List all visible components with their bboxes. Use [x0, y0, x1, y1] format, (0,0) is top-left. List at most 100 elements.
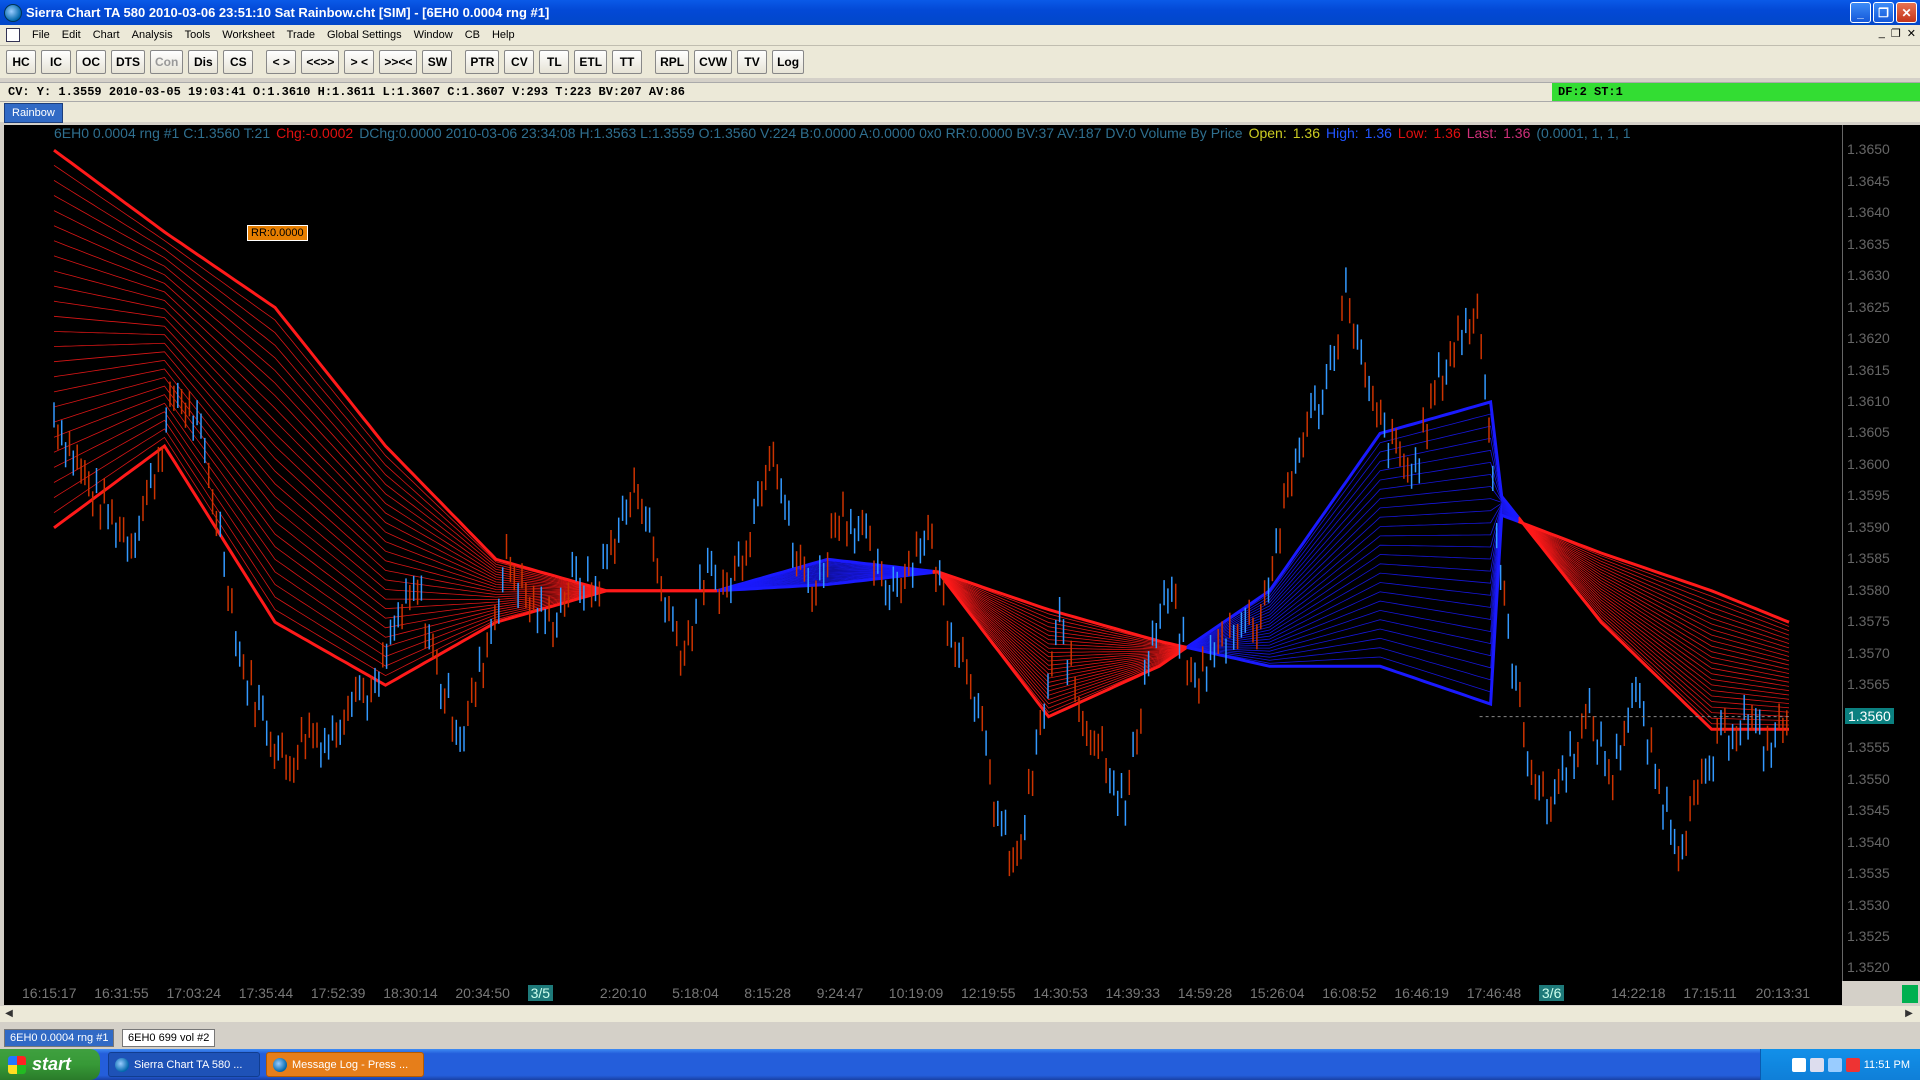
chart-area[interactable]: 6EH0 0.0004 rng #1 C:1.3560 T:21 Chg:-0.0… [4, 125, 1842, 981]
compress-more-button[interactable]: >><< [379, 50, 418, 74]
rainbow-band-line-red [53, 377, 718, 610]
menu-window[interactable]: Window [408, 29, 459, 41]
rainbow-band-line-blue [1186, 508, 1519, 648]
study-bar: Rainbow [0, 102, 1920, 123]
close-button[interactable]: ✕ [1896, 2, 1917, 23]
y-tick-label: 1.3585 [1847, 550, 1890, 567]
menu-global-settings[interactable]: Global Settings [321, 29, 408, 41]
dts-button[interactable]: DTS [111, 50, 145, 74]
header-high-label: High: [1325, 125, 1359, 141]
document-icon[interactable] [6, 28, 20, 42]
hc-button[interactable]: HC [6, 50, 36, 74]
con-button[interactable]: Con [150, 50, 184, 74]
study-tab-rainbow[interactable]: Rainbow [4, 103, 63, 123]
rr-label[interactable]: RR:0.0000 [247, 225, 308, 241]
menu-tools[interactable]: Tools [179, 29, 217, 41]
price-chart[interactable] [4, 125, 1842, 981]
start-label: start [32, 1054, 72, 1074]
app-icon [4, 3, 22, 22]
menu-worksheet[interactable]: Worksheet [216, 29, 280, 41]
start-button[interactable]: start [0, 1049, 100, 1080]
cs-button[interactable]: CS [223, 50, 254, 74]
rainbow-band-line-blue [1186, 513, 1519, 707]
ptr-button[interactable]: PTR [465, 50, 500, 74]
chart-tab-2[interactable]: 6EH0 699 vol #2 [122, 1029, 216, 1047]
y-tick-label: 1.3650 [1847, 141, 1890, 158]
x-tick-label: 14:22:18 [1611, 985, 1666, 1001]
window-title: Sierra Chart TA 580 2010-03-06 23:51:10 … [26, 5, 550, 20]
df-st-status: DF:2 ST:1 [1552, 83, 1920, 101]
antivirus-icon[interactable] [1845, 1057, 1860, 1072]
header-last-value: 1.36 [1503, 125, 1531, 141]
etl-button[interactable]: ETL [574, 50, 608, 74]
menu-chart[interactable]: Chart [87, 29, 126, 41]
header-low-label: Low: [1397, 125, 1428, 141]
log-button[interactable]: Log [772, 50, 805, 74]
tv-button[interactable]: TV [737, 50, 768, 74]
y-tick-label: 1.3530 [1847, 896, 1890, 913]
rpl-button[interactable]: RPL [655, 50, 690, 74]
y-tick-label: 1.3555 [1847, 739, 1890, 756]
x-tick-label: 17:15:11 [1683, 985, 1737, 1001]
y-tick-label: 1.3600 [1847, 455, 1890, 472]
menu-cb[interactable]: CB [459, 29, 486, 41]
tt-button[interactable]: TT [612, 50, 643, 74]
x-tick-label: 16:15:17 [22, 985, 77, 1001]
scroll-left-arrow-icon[interactable]: ◀ [2, 1008, 16, 1020]
horizontal-scrollbar[interactable]: ◀ ▶ [0, 1006, 1920, 1022]
task-sierra-chart[interactable]: Sierra Chart TA 580 ... [108, 1052, 260, 1077]
header-last-label: Last: [1466, 125, 1498, 141]
x-tick-label: 17:35:44 [238, 985, 294, 1001]
menu-help[interactable]: Help [486, 29, 521, 41]
y-tick-label: 1.3615 [1847, 361, 1890, 378]
chart-header: 6EH0 0.0004 rng #1 C:1.3560 T:21 Chg:-0.0… [4, 125, 1842, 141]
y-tick-label: 1.3575 [1847, 613, 1890, 630]
task-label: Message Log - Press ... [292, 1058, 409, 1071]
taskbar: start Sierra Chart TA 580 ... Message Lo… [0, 1049, 1920, 1080]
expand-button[interactable]: <<>> [301, 50, 340, 74]
price-axis[interactable]: 1.3650 1.3645 1.3640 1.3635 1.3630 1.3625 1.36… [1842, 125, 1920, 981]
x-tick-label: 2:20:10 [599, 985, 647, 1001]
rainbow-band-line-red [53, 331, 718, 592]
ic-button[interactable]: IC [41, 50, 71, 74]
header-open-value: 1.36 [1292, 125, 1320, 141]
time-axis[interactable]: 16:15:17 16:31:55 17:03:24 17:35:44 17:52:39… [4, 981, 1842, 1005]
dis-button[interactable]: Dis [188, 50, 219, 74]
tl-button[interactable]: TL [539, 50, 570, 74]
mdi-restore-button[interactable]: ❐ [1891, 27, 1901, 40]
menu-trade[interactable]: Trade [281, 29, 321, 41]
rainbow-band-line-red [1517, 516, 1789, 731]
menu-bar: File Edit Chart Analysis Tools Worksheet… [0, 25, 1920, 46]
oc-button[interactable]: OC [76, 50, 106, 74]
cv-button[interactable]: CV [504, 50, 535, 74]
x-tick-label: 8:15:28 [744, 985, 792, 1001]
minimize-button[interactable]: _ [1850, 2, 1871, 23]
scroll-right-arrow-icon[interactable]: ▶ [1902, 1008, 1916, 1020]
sw-button[interactable]: SW [422, 50, 453, 74]
mdi-close-button[interactable]: ✕ [1907, 27, 1916, 40]
menu-file[interactable]: File [26, 29, 56, 41]
compress-button[interactable]: > < [344, 50, 375, 74]
rainbow-band-line-red [53, 436, 718, 677]
y-tick-label: 1.3620 [1847, 330, 1890, 346]
rainbow-band-line-red [53, 195, 718, 592]
chart-tab-1[interactable]: 6EH0 0.0004 rng #1 [4, 1029, 115, 1047]
rainbow-band-line-red [1518, 520, 1790, 640]
rainbow-band-line-blue [1186, 511, 1519, 657]
header-high-value: 1.36 [1364, 125, 1392, 141]
restore-button[interactable]: ❐ [1873, 2, 1894, 23]
volume-icon[interactable] [1827, 1057, 1842, 1072]
mdi-minimize-button[interactable]: _ [1879, 27, 1885, 40]
menu-analysis[interactable]: Analysis [126, 29, 179, 41]
task-message-log[interactable]: Message Log - Press ... [266, 1052, 424, 1077]
help-icon[interactable] [1791, 1057, 1806, 1072]
scroll-button[interactable]: < > [266, 50, 297, 74]
rainbow-band-line-red [53, 180, 718, 592]
network-icon[interactable] [1809, 1057, 1824, 1072]
menu-edit[interactable]: Edit [56, 29, 87, 41]
cursor-values-bar: CV: Y: 1.3559 2010-03-05 19:03:41 O:1.36… [0, 82, 1920, 102]
x-tick-label: 17:52:39 [310, 985, 366, 1001]
rainbow-band-line-red [53, 164, 718, 592]
x-tick-label: 14:59:28 [1177, 985, 1233, 1001]
cvw-button[interactable]: CVW [694, 50, 733, 74]
